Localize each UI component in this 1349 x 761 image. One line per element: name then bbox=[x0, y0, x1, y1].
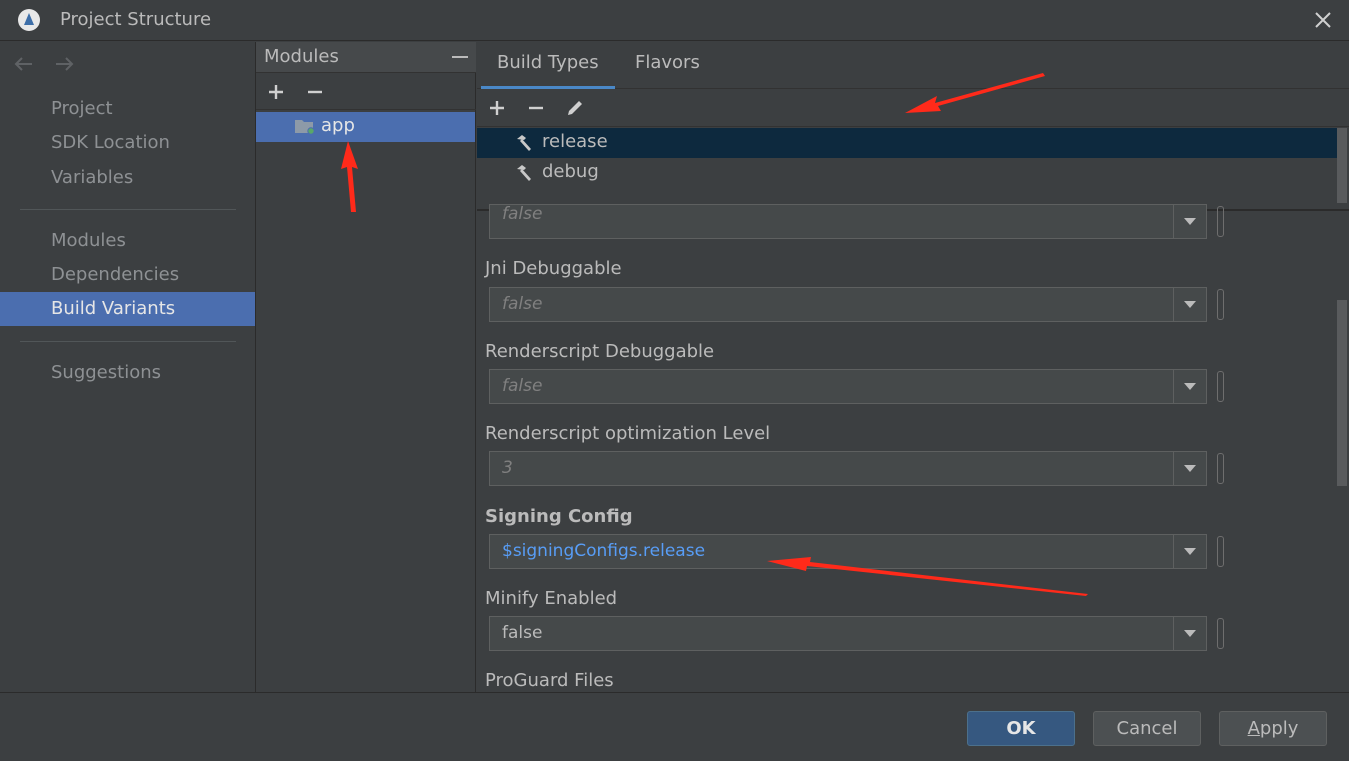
modules-header: Modules bbox=[256, 42, 476, 73]
apply-button[interactable]: Apply bbox=[1219, 711, 1327, 746]
jni-debuggable-label: Jni Debuggable bbox=[485, 258, 622, 279]
add-icon[interactable] bbox=[487, 98, 507, 118]
nav-item-modules[interactable]: Modules bbox=[0, 224, 255, 258]
tab-bar: Build Types Flavors bbox=[477, 42, 1349, 89]
cancel-button[interactable]: Cancel bbox=[1093, 711, 1201, 746]
dialog-buttons: OK Cancel Apply bbox=[0, 692, 1349, 761]
jni-debuggable-combo[interactable]: false bbox=[489, 287, 1207, 322]
field-handle[interactable] bbox=[1217, 536, 1224, 567]
field-handle[interactable] bbox=[1217, 618, 1224, 649]
build-type-release[interactable]: release bbox=[477, 128, 1337, 158]
active-tab-indicator bbox=[481, 86, 615, 89]
proguard-files-label: ProGuard Files bbox=[485, 670, 614, 691]
remove-icon[interactable] bbox=[526, 98, 546, 118]
edit-pencil-icon[interactable] bbox=[565, 98, 585, 118]
settings-nav: Project SDK Location Variables Modules D… bbox=[0, 42, 256, 692]
combo-value: false bbox=[502, 294, 543, 314]
tab-build-types[interactable]: Build Types bbox=[497, 52, 599, 73]
build-variants-panel: Build Types Flavors release debug false … bbox=[477, 42, 1349, 692]
nav-item-dependencies[interactable]: Dependencies bbox=[0, 258, 255, 292]
collapse-icon[interactable] bbox=[452, 56, 468, 58]
android-studio-logo-icon bbox=[18, 9, 40, 31]
build-type-properties: false Jni Debuggable false Renderscript … bbox=[477, 204, 1349, 692]
debuggable-combo[interactable]: false bbox=[489, 204, 1207, 239]
build-types-scrollbar[interactable] bbox=[1337, 128, 1347, 203]
remove-icon[interactable] bbox=[305, 82, 325, 102]
modules-toolbar bbox=[256, 74, 476, 110]
module-label: app bbox=[321, 115, 355, 136]
signing-config-label: Signing Config bbox=[485, 506, 633, 527]
combo-value: false bbox=[502, 204, 543, 224]
hammer-icon bbox=[517, 135, 531, 151]
combo-value: false bbox=[502, 376, 543, 396]
build-type-label: debug bbox=[542, 161, 599, 182]
nav-item-sdk-location[interactable]: SDK Location bbox=[0, 126, 255, 160]
nav-item-variables[interactable]: Variables bbox=[0, 161, 255, 195]
nav-item-suggestions[interactable]: Suggestions bbox=[0, 356, 255, 390]
modules-title: Modules bbox=[264, 46, 339, 67]
chevron-down-icon[interactable] bbox=[1173, 288, 1206, 321]
module-folder-icon bbox=[295, 120, 314, 134]
chevron-down-icon[interactable] bbox=[1173, 452, 1206, 485]
renderscript-debuggable-label: Renderscript Debuggable bbox=[485, 341, 715, 362]
renderscript-debuggable-combo[interactable]: false bbox=[489, 369, 1207, 404]
modules-panel: Modules app bbox=[256, 42, 476, 692]
field-handle[interactable] bbox=[1217, 371, 1224, 402]
build-type-debug[interactable]: debug bbox=[477, 158, 1337, 188]
chevron-down-icon[interactable] bbox=[1173, 617, 1206, 650]
hammer-icon bbox=[517, 165, 531, 181]
close-icon[interactable] bbox=[1311, 8, 1335, 32]
field-handle[interactable] bbox=[1217, 206, 1224, 237]
field-handle[interactable] bbox=[1217, 453, 1224, 484]
add-icon[interactable] bbox=[266, 82, 286, 102]
combo-value: false bbox=[502, 623, 543, 643]
nav-divider bbox=[20, 209, 236, 210]
title-bar: Project Structure bbox=[0, 0, 1349, 41]
forward-arrow-icon[interactable] bbox=[52, 52, 76, 76]
combo-value: $signingConfigs.release bbox=[502, 541, 706, 561]
build-type-label: release bbox=[542, 131, 608, 152]
nav-item-build-variants[interactable]: Build Variants bbox=[0, 292, 255, 326]
module-item-app[interactable]: app bbox=[256, 112, 475, 142]
build-types-toolbar bbox=[477, 90, 1349, 127]
renderscript-opt-label: Renderscript optimization Level bbox=[485, 423, 771, 444]
combo-value: 3 bbox=[502, 458, 513, 478]
history-nav bbox=[12, 52, 76, 76]
minify-enabled-combo[interactable]: false bbox=[489, 616, 1207, 651]
chevron-down-icon[interactable] bbox=[1173, 370, 1206, 403]
minify-enabled-label: Minify Enabled bbox=[485, 588, 618, 609]
renderscript-opt-combo[interactable]: 3 bbox=[489, 451, 1207, 486]
ok-button[interactable]: OK bbox=[967, 711, 1075, 746]
properties-scrollbar[interactable] bbox=[1337, 300, 1347, 486]
tab-flavors[interactable]: Flavors bbox=[635, 52, 700, 73]
chevron-down-icon[interactable] bbox=[1173, 205, 1206, 238]
nav-divider bbox=[20, 341, 236, 342]
chevron-down-icon[interactable] bbox=[1173, 535, 1206, 568]
back-arrow-icon[interactable] bbox=[12, 52, 36, 76]
nav-item-project[interactable]: Project bbox=[0, 92, 255, 126]
field-handle[interactable] bbox=[1217, 289, 1224, 320]
signing-config-combo[interactable]: $signingConfigs.release bbox=[489, 534, 1207, 569]
window-title: Project Structure bbox=[60, 9, 212, 30]
build-types-list: release debug bbox=[477, 128, 1349, 211]
